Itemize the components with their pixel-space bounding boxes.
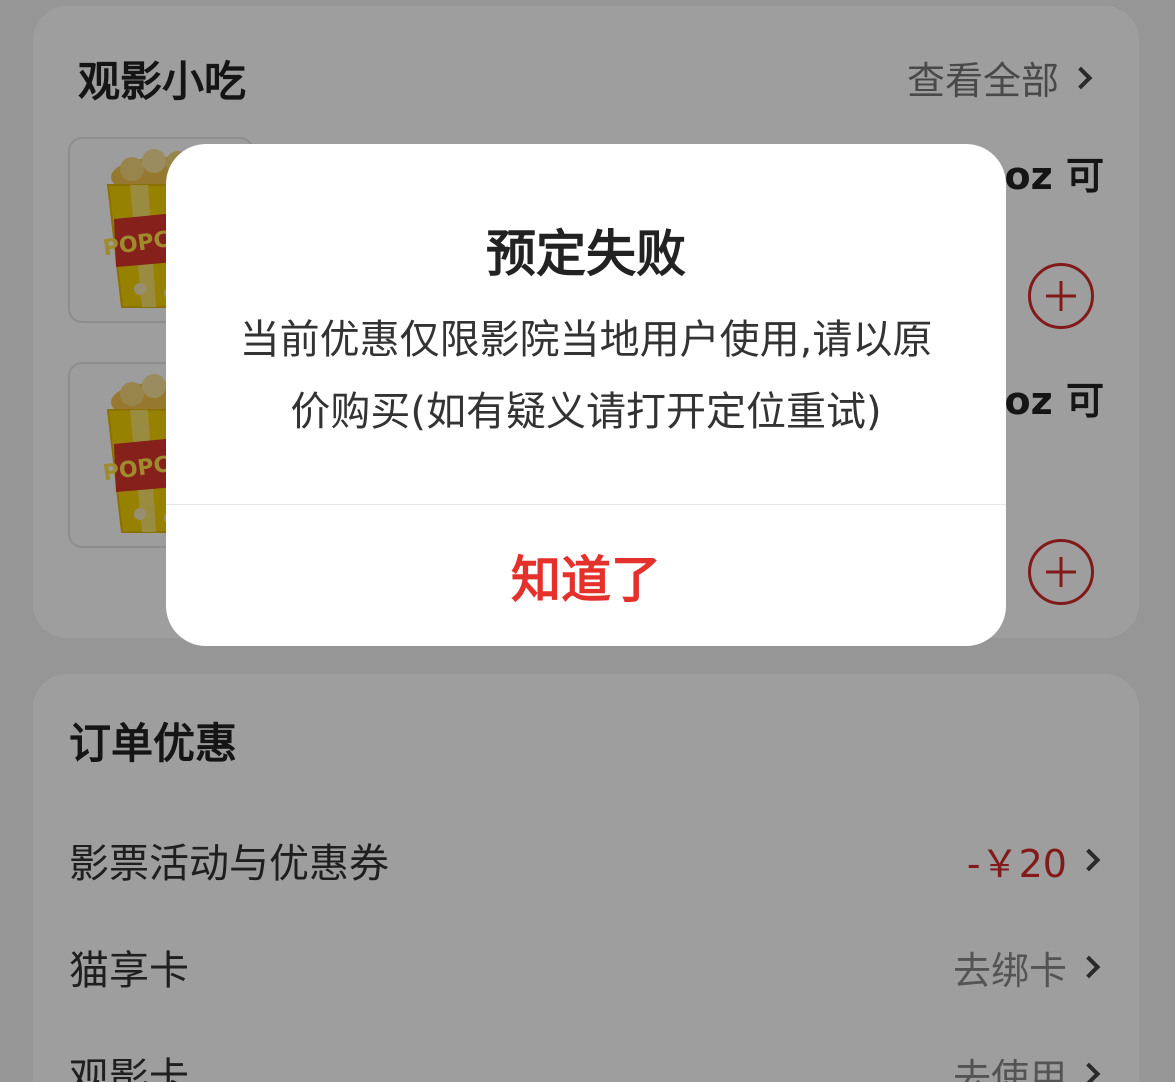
dialog-title: 预定失败 (486, 225, 686, 283)
confirm-button[interactable]: 知道了 (166, 505, 1006, 646)
dialog-message: 当前优惠仅限影院当地用户使用,请以原价购买(如有疑义请打开定位重试) (239, 317, 933, 435)
order-page: 观影小吃 查看全部 POPCORN oz 可 POPCORN oz 可 订单优惠… (0, 0, 1175, 1082)
booking-failed-dialog: 预定失败 当前优惠仅限影院当地用户使用,请以原价购买(如有疑义请打开定位重试) … (166, 144, 1006, 646)
